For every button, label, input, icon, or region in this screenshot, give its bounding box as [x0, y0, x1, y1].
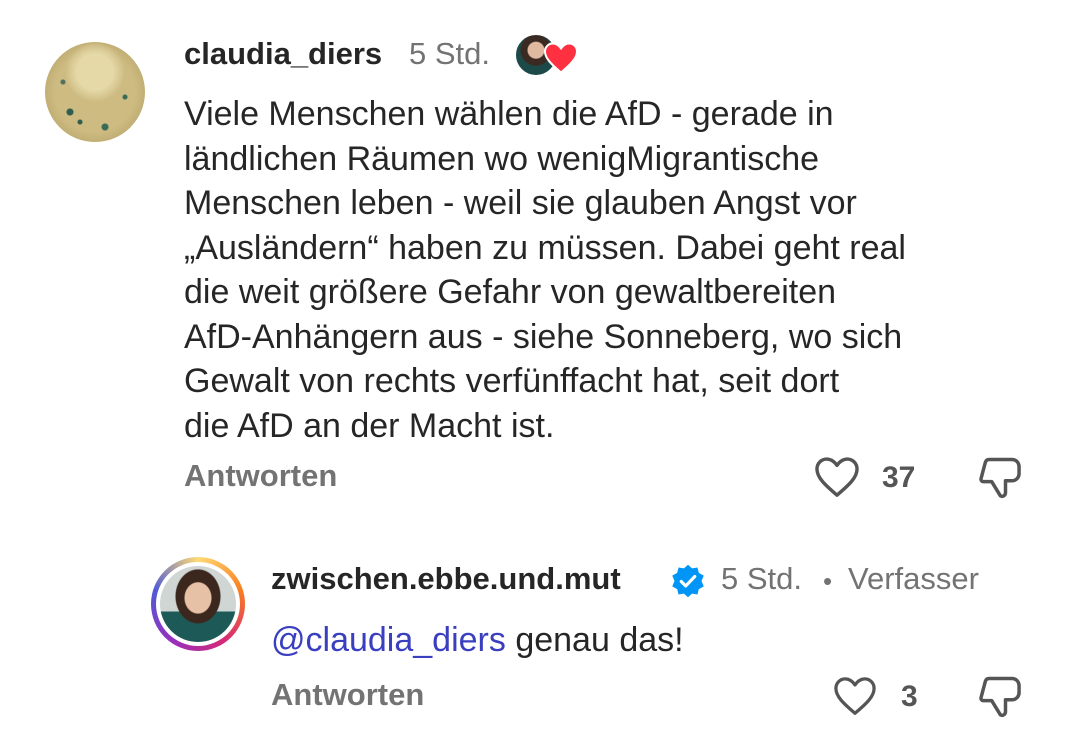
reply-button[interactable]: Antworten: [184, 458, 337, 494]
reply-timestamp: 5 Std.: [721, 561, 802, 596]
separator: •: [823, 566, 833, 596]
reply-username[interactable]: zwischen.ebbe.und.mut: [271, 561, 621, 597]
comment-line: Menschen leben - weil sie glauben Angst …: [184, 184, 857, 222]
comment-line: AfD-Anhängern aus - siehe Sonneberg, wo …: [184, 317, 903, 356]
reply-body: genau das!: [505, 621, 684, 659]
comment-text: Viele Menschen wählen die AfD - gerade i…: [184, 92, 906, 448]
comment-line: ländlichen Räumen wo wenigMigrantische: [184, 139, 820, 178]
avatar[interactable]: [45, 42, 145, 142]
author-label: Verfasser: [848, 561, 979, 596]
heart-icon[interactable]: [814, 456, 860, 498]
comment-line: Gewalt von rechts verfünffacht hat, seit…: [184, 362, 840, 400]
thumb-down-icon[interactable]: [978, 455, 1022, 501]
comment-line: die weit größere Gefahr von gewaltbereit…: [184, 273, 837, 311]
reply-button[interactable]: Antworten: [271, 677, 424, 713]
reply-text: @claudia_diers genau das!: [271, 618, 684, 663]
heart-filled-icon: [543, 42, 579, 74]
like-count: 37: [882, 461, 916, 494]
avatar[interactable]: [160, 566, 236, 642]
comment-line: Viele Menschen wählen die AfD - gerade i…: [184, 95, 834, 133]
thumb-down-icon[interactable]: [978, 674, 1022, 720]
mention-link[interactable]: @claudia_diers: [271, 621, 506, 659]
comment-username[interactable]: claudia_diers: [184, 36, 382, 72]
verified-badge-icon: [672, 564, 704, 598]
comment-line: die AfD an der Macht ist.: [184, 406, 555, 445]
comment-timestamp: 5 Std.: [409, 36, 490, 71]
heart-icon[interactable]: [833, 676, 877, 716]
story-ring[interactable]: [151, 557, 245, 651]
like-count: 3: [901, 680, 918, 713]
comment-line: „Ausländern“ haben zu müssen. Dabei geht…: [184, 228, 906, 267]
